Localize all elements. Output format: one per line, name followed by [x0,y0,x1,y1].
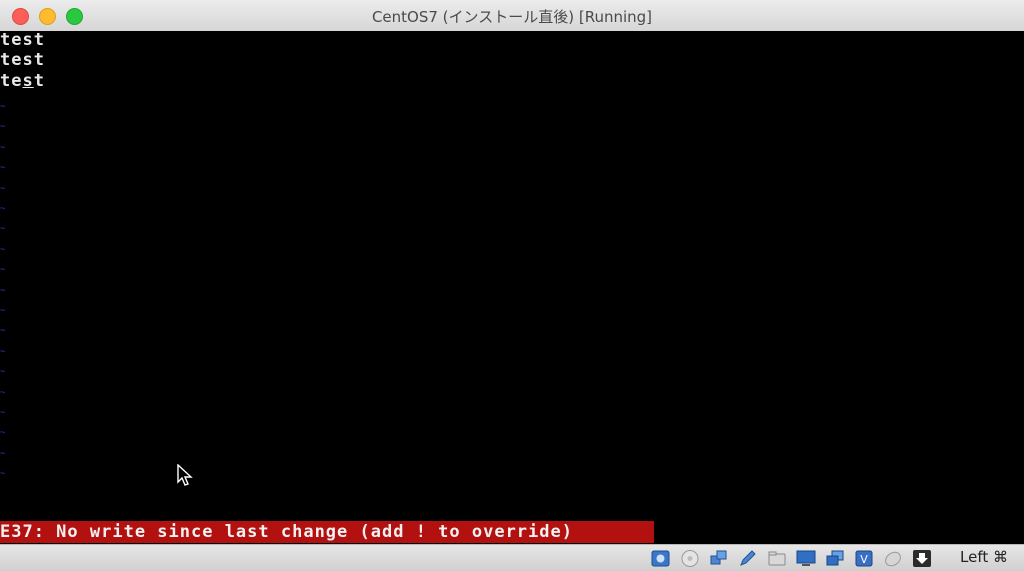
tilde-marker: ~ [0,122,6,133]
terminal-line-3: test [0,71,45,91]
tilde-marker: ~ [0,346,6,357]
tilde-marker: ~ [0,142,6,153]
window-title: CentOS7 (インストール直後) [Running] [371,8,653,26]
multi-screen-icon[interactable] [825,549,845,568]
tilde-marker: ~ [0,102,6,112]
tilde-marker: ~ [0,265,6,276]
optical-drive-icon[interactable] [680,549,700,568]
tilde-marker: ~ [0,367,6,378]
status-bar: V Left ⌘ [0,544,1024,571]
terminal-line-1: test [0,30,45,50]
shared-folder-icon[interactable] [767,549,787,568]
mouse-integration-icon[interactable] [883,549,903,568]
tilde-marker: ~ [0,326,6,337]
tilde-marker: ~ [0,163,6,174]
tilde-marker: ~ [0,244,6,255]
display-icon[interactable] [796,549,816,568]
network-icon[interactable] [709,549,729,568]
text-cursor: s [22,71,34,91]
title-bar: CentOS7 (インストール直後) [Running] [0,0,1024,32]
tilde-marker: ~ [0,285,6,296]
tilde-marker: ~ [0,204,6,214]
tilde-marker: ~ [0,387,6,398]
terminal-line-2: test [0,50,45,70]
tilde-marker: ~ [0,448,6,459]
tilde-marker: ~ [0,183,6,194]
tilde-marker: ~ [0,306,6,316]
terminal-line-3-text: test [0,71,45,91]
tilde-marker: ~ [0,224,6,235]
hard-disk-icon[interactable] [651,549,671,568]
error-message: E37: No write since last change (add ! t… [0,522,573,542]
tilde-marker: ~ [0,469,6,480]
usb-icon[interactable]: V [854,549,874,568]
download-icon[interactable] [912,549,932,568]
tilde-marker: ~ [0,428,6,439]
host-key-label: Left ⌘ [960,548,1008,566]
tilde-marker: ~ [0,408,6,418]
vm-window: CentOS7 (インストール直後) [Running] test test t… [0,0,1024,571]
mouse-pointer-icon [177,464,193,486]
pencil-icon[interactable] [738,549,758,568]
vm-screen[interactable]: test test test ~ ~ ~ ~ ~ ~ ~ ~ ~ ~ ~ ~ ~ ~ ~ ~ ~ ~ ~ [0,30,1024,544]
svg-text:V: V [860,553,868,566]
